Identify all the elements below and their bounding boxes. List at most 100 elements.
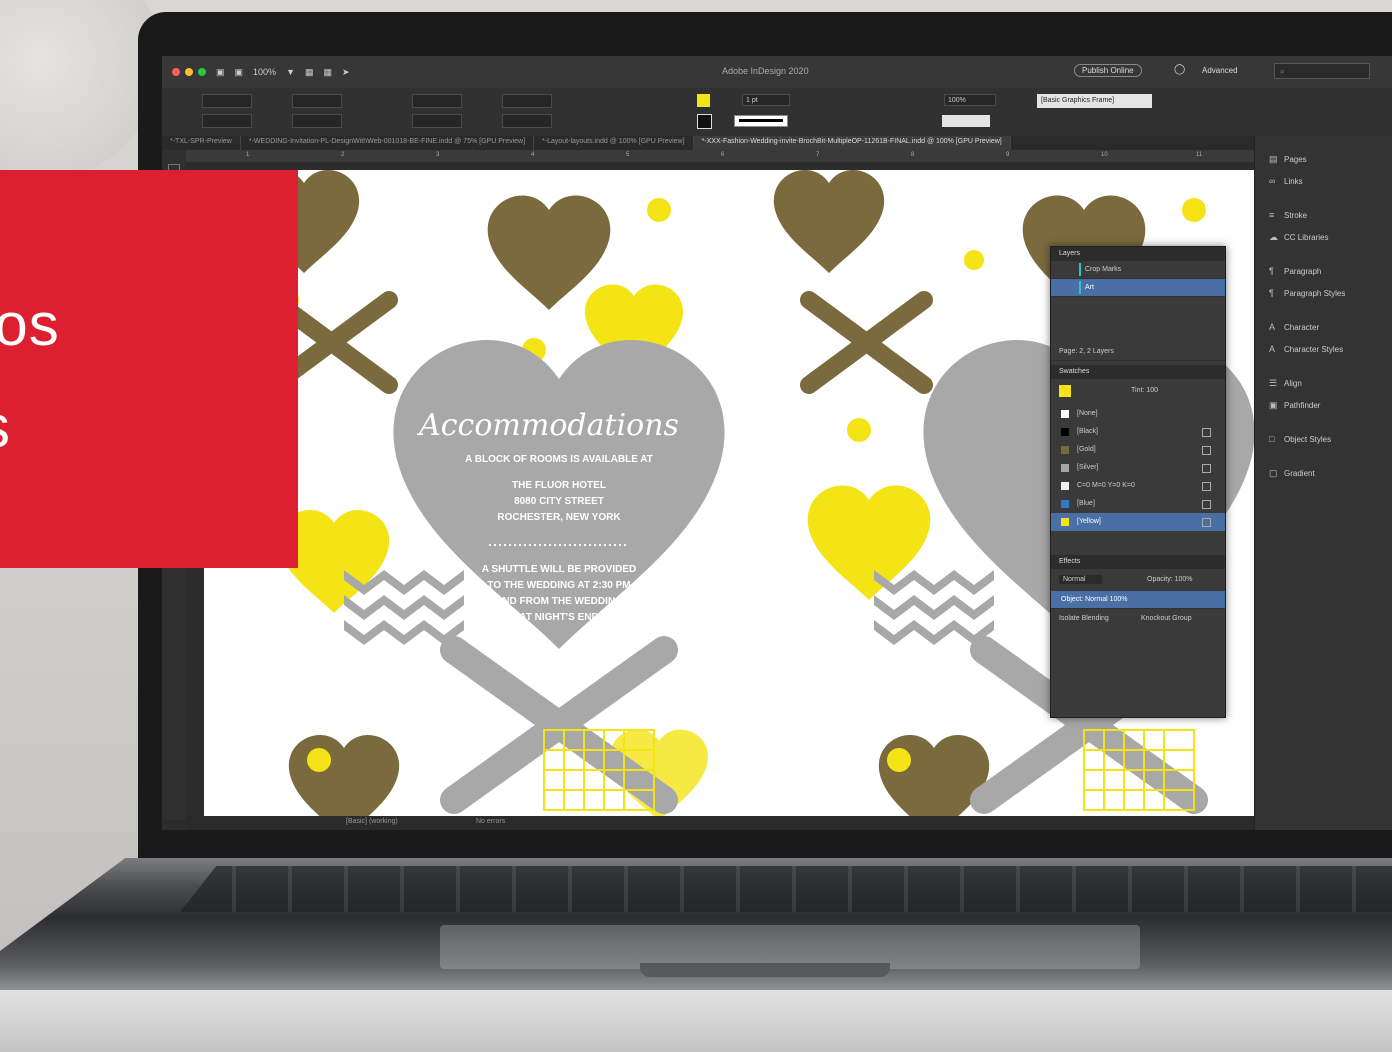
swatch-row-selected[interactable]: [Yellow] bbox=[1051, 513, 1225, 531]
minimize-window-button[interactable] bbox=[185, 68, 193, 76]
dock-item-paragraph[interactable]: ¶ Paragraph bbox=[1255, 260, 1392, 282]
scale-x-field[interactable] bbox=[412, 94, 462, 108]
swatch-chip bbox=[1061, 410, 1069, 418]
layer-name: Crop Marks bbox=[1085, 266, 1122, 273]
cmyk-icon bbox=[1202, 482, 1211, 491]
dock-item-pathfinder[interactable]: ▣ Pathfinder bbox=[1255, 394, 1392, 416]
swatch-chip bbox=[1061, 518, 1069, 526]
small-heart bbox=[1182, 198, 1206, 222]
gold-heart bbox=[288, 735, 400, 820]
stroke-weight-field[interactable]: 1 pt bbox=[742, 94, 790, 106]
maximize-window-button[interactable] bbox=[198, 68, 206, 76]
swatch-row[interactable]: [Blue] bbox=[1051, 495, 1225, 513]
dock-item-paragraph-styles[interactable]: ¶ Paragraph Styles bbox=[1255, 282, 1392, 304]
laptop-screen: ▣ ▣ 100% ▼ ▦ ▦ ➤ Adobe InDesign 2020 Pub… bbox=[162, 56, 1392, 830]
status-style[interactable]: [Basic] (working) bbox=[346, 818, 398, 825]
y-field[interactable] bbox=[202, 114, 252, 128]
opacity-field[interactable] bbox=[942, 115, 990, 127]
pages-icon: ▤ bbox=[1269, 154, 1278, 164]
swatches-panel-tab[interactable]: Swatches bbox=[1051, 365, 1225, 379]
object-effects-row[interactable]: Object: Normal 100% bbox=[1051, 591, 1225, 609]
width-field[interactable] bbox=[292, 94, 342, 108]
object-style-dropdown[interactable]: [Basic Graphics Frame] bbox=[1037, 94, 1152, 108]
view-options-icon[interactable]: ▼ bbox=[286, 67, 295, 77]
horizontal-ruler[interactable]: 1 2 3 4 5 6 7 8 9 10 11 bbox=[186, 150, 1254, 162]
doc-tab[interactable]: *-Layout-layouts.indd @ 100% [GPU Previe… bbox=[534, 136, 694, 150]
dock-item-label: Paragraph bbox=[1284, 266, 1322, 276]
publish-online-button[interactable]: Publish Online bbox=[1074, 64, 1142, 77]
lightbulb-icon[interactable]: ◯ bbox=[1174, 64, 1185, 75]
shear-field[interactable] bbox=[502, 114, 552, 128]
fill-proxy[interactable] bbox=[1059, 385, 1071, 397]
stock-icon[interactable]: ▣ bbox=[235, 67, 244, 78]
layer-row-selected[interactable]: Art bbox=[1051, 279, 1225, 297]
dock-item-label: Gradient bbox=[1284, 468, 1315, 478]
workspace-switcher[interactable]: Advanced bbox=[1202, 66, 1238, 75]
swatch-row[interactable]: [Black] bbox=[1051, 423, 1225, 441]
doc-tab[interactable]: *-TXL-SPR-Preview bbox=[162, 136, 241, 150]
dock-item-label: CC Libraries bbox=[1284, 232, 1329, 242]
layers-panel-tab[interactable]: Layers bbox=[1051, 247, 1225, 261]
character-icon: A bbox=[1269, 322, 1276, 332]
blend-mode-dropdown[interactable]: Normal bbox=[1059, 575, 1102, 584]
dock-item-stroke[interactable]: ≡ Stroke bbox=[1255, 204, 1392, 226]
floating-panel-group[interactable]: Layers Crop Marks Art Page: 2, 2 Layers … bbox=[1050, 246, 1226, 718]
layer-color-bar bbox=[1079, 281, 1081, 294]
layer-row[interactable]: Crop Marks bbox=[1051, 261, 1225, 279]
swatch-name: [Black] bbox=[1077, 428, 1099, 435]
height-field[interactable] bbox=[292, 114, 342, 128]
search-input[interactable]: ⌕ bbox=[1274, 63, 1370, 79]
red-text-overlay: los s bbox=[0, 170, 298, 568]
screen-mode-icon[interactable]: ▦ bbox=[305, 67, 314, 78]
close-window-button[interactable] bbox=[172, 68, 180, 76]
dock-item-label: Character bbox=[1284, 322, 1320, 332]
swatch-name: [Yellow] bbox=[1077, 518, 1101, 525]
ruler-mark: 8 bbox=[911, 152, 915, 158]
opacity-value[interactable]: 100% bbox=[944, 94, 996, 106]
dock-item-pages[interactable]: ▤ Pages bbox=[1255, 148, 1392, 170]
dock-item-character[interactable]: A Character bbox=[1255, 316, 1392, 338]
rotation-field[interactable] bbox=[502, 94, 552, 108]
swatch-name: [Silver] bbox=[1077, 464, 1099, 471]
swatch-row[interactable]: [None] bbox=[1051, 405, 1225, 423]
swatch-row[interactable]: [Gold] bbox=[1051, 441, 1225, 459]
stroke-type-preview[interactable] bbox=[734, 115, 788, 127]
shuttle-line-2: TO THE WEDDING AT 2:30 PM bbox=[487, 580, 630, 591]
gpu-rocket-icon[interactable]: ➤ bbox=[342, 67, 350, 78]
doc-tab-active[interactable]: *-XXX-Fashion-Wedding-invite-BrochBit-Mu… bbox=[693, 136, 1011, 150]
tint-field[interactable]: Tint: 100 bbox=[1131, 387, 1158, 394]
knockout-group-checkbox[interactable]: Knockout Group bbox=[1141, 615, 1192, 622]
swatch-name: [Gold] bbox=[1077, 446, 1096, 453]
dock-item-links[interactable]: ∞ Links bbox=[1255, 170, 1392, 192]
dock-item-cc-libraries[interactable]: ☁ CC Libraries bbox=[1255, 226, 1392, 248]
chevron-pattern bbox=[874, 570, 994, 645]
swatch-row[interactable]: C=0 M=0 Y=0 K=0 bbox=[1051, 477, 1225, 495]
left-page-art: Accommodations A BLOCK OF ROOMS IS AVAIL… bbox=[248, 170, 725, 820]
stroke-icon: ≡ bbox=[1269, 210, 1275, 220]
swatch-row[interactable]: [Silver] bbox=[1051, 459, 1225, 477]
stroke-swatch[interactable] bbox=[697, 114, 712, 129]
zoom-level[interactable]: 100% bbox=[253, 67, 276, 77]
effects-panel-tab[interactable]: Effects bbox=[1051, 555, 1225, 569]
arrange-documents-icon[interactable]: ▦ bbox=[324, 67, 333, 78]
opacity-field[interactable]: Opacity: 100% bbox=[1147, 576, 1193, 583]
panel-dock: ▤ Pages ∞ Links ≡ Stroke ☁ CC Libraries ¶ Par… bbox=[1254, 136, 1392, 830]
dock-item-align[interactable]: ☰ Align bbox=[1255, 372, 1392, 394]
dock-item-character-styles[interactable]: A Character Styles bbox=[1255, 338, 1392, 360]
ruler-mark: 6 bbox=[721, 152, 725, 158]
doc-tab[interactable]: *-WEDDING-Invitation-PL-DesignWithWeb-00… bbox=[241, 136, 535, 150]
links-icon: ∞ bbox=[1269, 176, 1276, 186]
swatch-chip bbox=[1061, 428, 1069, 436]
script-title: Accommodations bbox=[416, 408, 679, 443]
isolate-blending-checkbox[interactable]: Isolate Blending bbox=[1059, 615, 1109, 622]
fill-swatch[interactable] bbox=[697, 94, 710, 107]
swatch-chip bbox=[1061, 446, 1069, 454]
dock-item-object-styles[interactable]: □ Object Styles bbox=[1255, 428, 1392, 450]
dock-item-gradient[interactable]: ▢ Gradient bbox=[1255, 462, 1392, 484]
x-field[interactable] bbox=[202, 94, 252, 108]
paragraph-icon: ¶ bbox=[1269, 266, 1274, 276]
bridge-icon[interactable]: ▣ bbox=[216, 67, 225, 78]
overlay-line-2: s bbox=[0, 392, 11, 461]
preflight-status[interactable]: No errors bbox=[476, 818, 505, 825]
scale-y-field[interactable] bbox=[412, 114, 462, 128]
